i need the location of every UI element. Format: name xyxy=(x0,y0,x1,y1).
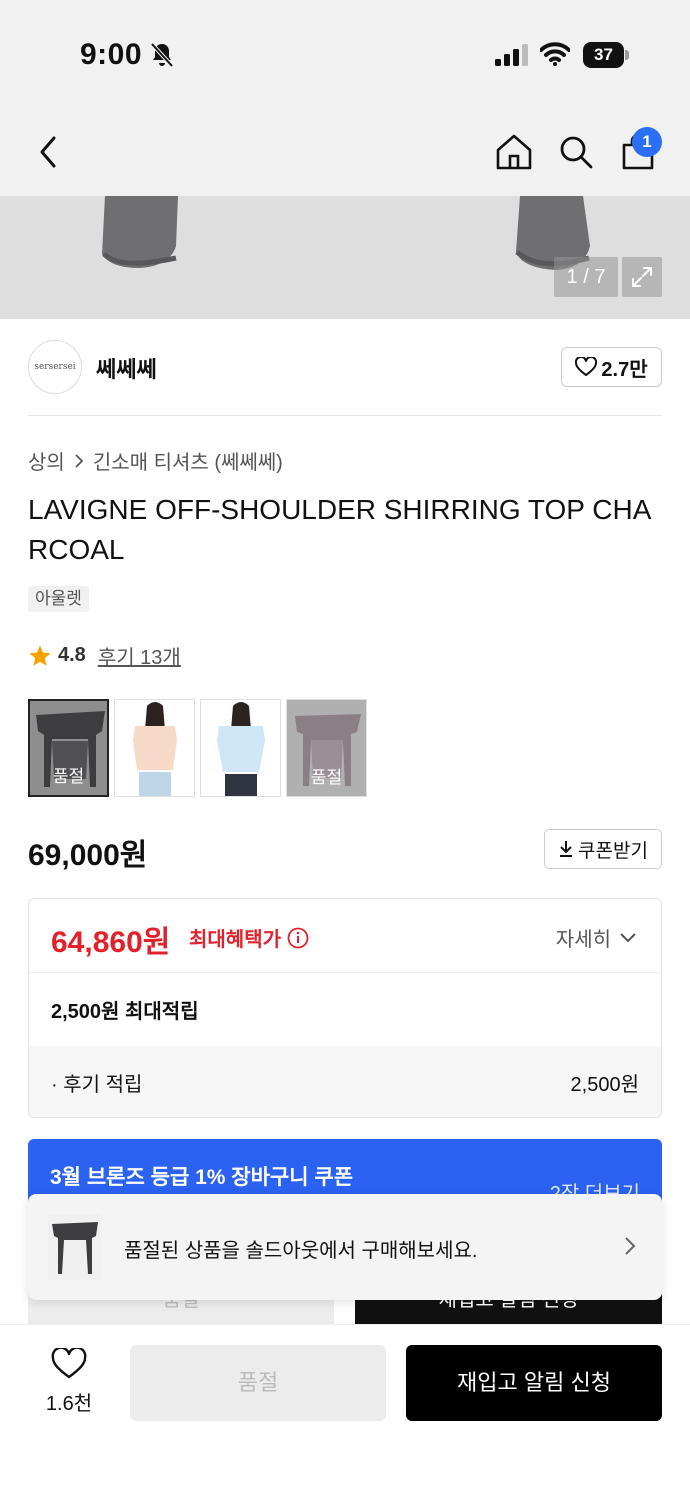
restock-alert-button[interactable]: 재입고 알림 신청 xyxy=(406,1345,662,1421)
outlet-tag: 아울렛 xyxy=(28,586,89,612)
color-thumbnail[interactable] xyxy=(200,699,281,797)
chevron-down-icon xyxy=(620,932,636,942)
heart-icon xyxy=(575,357,598,376)
color-thumbnail[interactable]: 품절 xyxy=(28,699,109,797)
soldout-label: 품절 xyxy=(310,768,343,787)
rating-score: 4.8 xyxy=(58,644,86,666)
wish-count: 1.6천 xyxy=(45,1393,93,1415)
back-icon[interactable] xyxy=(26,130,70,174)
bell-muted-icon xyxy=(150,42,174,73)
brand-like-count: 2.7만 xyxy=(601,358,648,381)
detail-toggle[interactable]: 자세히 xyxy=(556,923,637,952)
toast-product-image xyxy=(48,1214,102,1280)
color-thumbnail[interactable] xyxy=(114,699,195,797)
coupon-button-label: 쿠폰받기 xyxy=(578,840,648,862)
top-nav-bar xyxy=(0,110,690,196)
brand-logo[interactable]: sersersei xyxy=(28,340,82,394)
soldout-button[interactable]: 품절 xyxy=(130,1345,386,1421)
max-benefit-price: 64,860원 xyxy=(51,926,171,959)
chevron-right-icon xyxy=(75,453,84,468)
coupon-banner-title: 3월 브론즈 등급 1% 장바구니 쿠폰 xyxy=(50,1166,354,1189)
expand-icon[interactable] xyxy=(622,257,662,297)
cart-count-badge: 1 xyxy=(632,127,662,157)
max-benefit-text: 최대혜택가 xyxy=(189,929,281,951)
breadcrumb-category[interactable]: 상의 xyxy=(28,446,65,475)
status-bar: 9:00 37 xyxy=(0,0,690,110)
divider xyxy=(28,415,662,416)
max-points: 2,500원 최대적립 xyxy=(51,1001,199,1023)
review-points-row: · 후기 적립 2,500원 xyxy=(29,1046,661,1117)
status-time: 9:00 xyxy=(80,38,143,71)
battery-level: 37 xyxy=(583,42,624,68)
download-icon xyxy=(560,841,573,857)
breadcrumb: 상의 긴소매 티셔츠 (쎄쎄쎄) xyxy=(28,446,283,475)
review-points-value: 2,500원 xyxy=(570,1074,639,1096)
star-icon xyxy=(29,645,51,666)
coupon-download-button[interactable]: 쿠폰받기 xyxy=(544,829,662,869)
product-price: 69,000원 xyxy=(28,839,148,872)
soldout-label: 품절 xyxy=(52,767,85,786)
cellular-signal-icon xyxy=(495,44,529,71)
battery-indicator: 37 xyxy=(583,42,629,68)
rating-row: 4.8 후기 13개 xyxy=(28,641,181,670)
reviews-link[interactable]: 후기 13개 xyxy=(98,641,181,670)
benefit-box: 64,860원 최대혜택가 자세히 2,500원 최대적립 · 후기 적립 2,… xyxy=(28,898,662,1118)
color-thumbnail[interactable]: 품절 xyxy=(286,699,367,797)
max-benefit-label: 최대혜택가 xyxy=(189,923,309,952)
product-title: LAVIGNE OFF-SHOULDER SHIRRING TOP CHARCO… xyxy=(28,494,652,565)
toast-message: 품절된 상품을 솔드아웃에서 구매해보세요. xyxy=(124,1240,478,1262)
search-icon[interactable] xyxy=(554,130,598,174)
wish-button[interactable]: 1.6천 xyxy=(36,1346,102,1416)
heart-icon xyxy=(51,1346,87,1379)
brand-name[interactable]: 쎄쎄쎄 xyxy=(96,352,157,384)
breadcrumb-subcategory[interactable]: 긴소매 티셔츠 (쎄쎄쎄) xyxy=(93,446,283,475)
home-icon[interactable] xyxy=(492,130,536,174)
chevron-right-icon xyxy=(624,1236,636,1261)
info-icon[interactable] xyxy=(287,927,309,949)
wifi-icon xyxy=(539,42,571,71)
soldout-toast[interactable]: 품절된 상품을 솔드아웃에서 구매해보세요. xyxy=(28,1194,662,1300)
review-points-label: · 후기 적립 xyxy=(51,1074,143,1096)
brand-like-button[interactable]: 2.7만 xyxy=(561,347,662,387)
image-counter: 1 / 7 xyxy=(554,257,618,297)
detail-toggle-label: 자세히 xyxy=(555,929,611,951)
